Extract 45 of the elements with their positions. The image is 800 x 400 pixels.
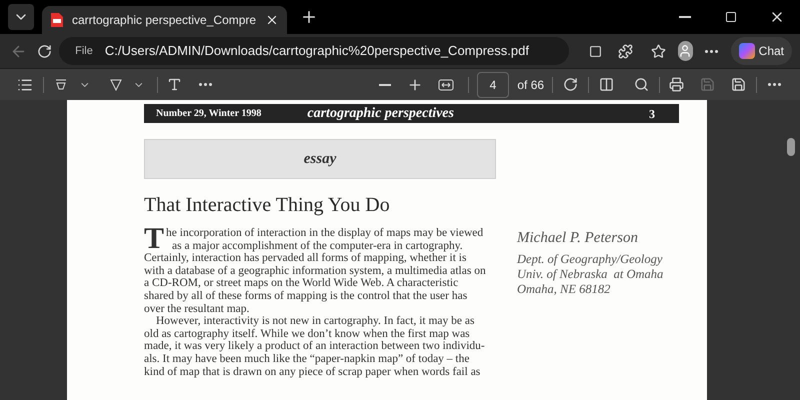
person-icon [678,44,692,58]
address-field[interactable]: File C:/Users/ADMIN/Downloads/carrtographic%20perspective_Compress.pdf [59,37,570,65]
plus-icon [300,8,318,26]
author-affiliation: Dept. of Geography/Geology Univ. of Nebraska at Omaha Omaha, NE 68182 [517,252,664,296]
tab-list-button[interactable] [8,4,34,30]
scrollbar[interactable] [787,138,795,156]
profile-avatar[interactable] [678,41,694,61]
triangle-icon [108,78,123,92]
printer-icon [669,77,684,92]
page-count: of 66 [517,76,544,94]
browser-tab[interactable]: carrtographic perspective_Compre [42,6,287,34]
list-icon [17,76,34,92]
journal-title: cartographic perspectives [307,105,454,123]
page-number-field[interactable]: 4 [476,72,510,98]
article-title: That Interactive Thing You Do [144,193,391,217]
text-icon [167,77,182,92]
more-icon [705,50,718,52]
more-icon [768,83,781,86]
minus-icon [378,84,391,86]
refresh-icon [36,44,52,58]
section-label: essay [304,150,336,169]
two-page-icon [598,77,614,92]
save-icon [700,77,716,92]
scheme-label: File [75,44,93,59]
minimize-icon [679,16,691,18]
page-number: 3 [649,106,655,122]
copilot-logo-icon [738,43,755,59]
square-icon [589,44,602,58]
chat-button[interactable]: Chat [730,37,792,65]
star-icon [651,44,666,58]
rotate-icon [562,77,578,92]
body-paragraph: However, interactivity is not new in cartography. In fact, it may be as old as cartography itself. While we don’t know when the first map was made, it was very likely a product of an interaction between two individu- als. It may have been much like the “paper-napkin map” of today – the kind of map that is drawn on any piece of scrap paper when words fail as [144,315,486,378]
close-icon[interactable] [265,13,279,27]
puzzle-icon [618,44,633,58]
highlighter-icon [54,78,68,92]
url-text: C:/Users/ADMIN/Downloads/carrtographic%20perspective_Compress.pdf [104,42,529,60]
maximize-icon [725,11,737,23]
save-icon [731,77,746,92]
fit-width-icon [438,78,454,90]
tab-title: carrtographic perspective_Compre [72,12,257,29]
more-icon [199,83,212,86]
pdf-file-icon [50,12,64,28]
search-icon [634,77,649,92]
issue-text: Number 29, Winter 1998 [156,107,262,121]
author-name: Michael P. Peterson [517,229,639,248]
